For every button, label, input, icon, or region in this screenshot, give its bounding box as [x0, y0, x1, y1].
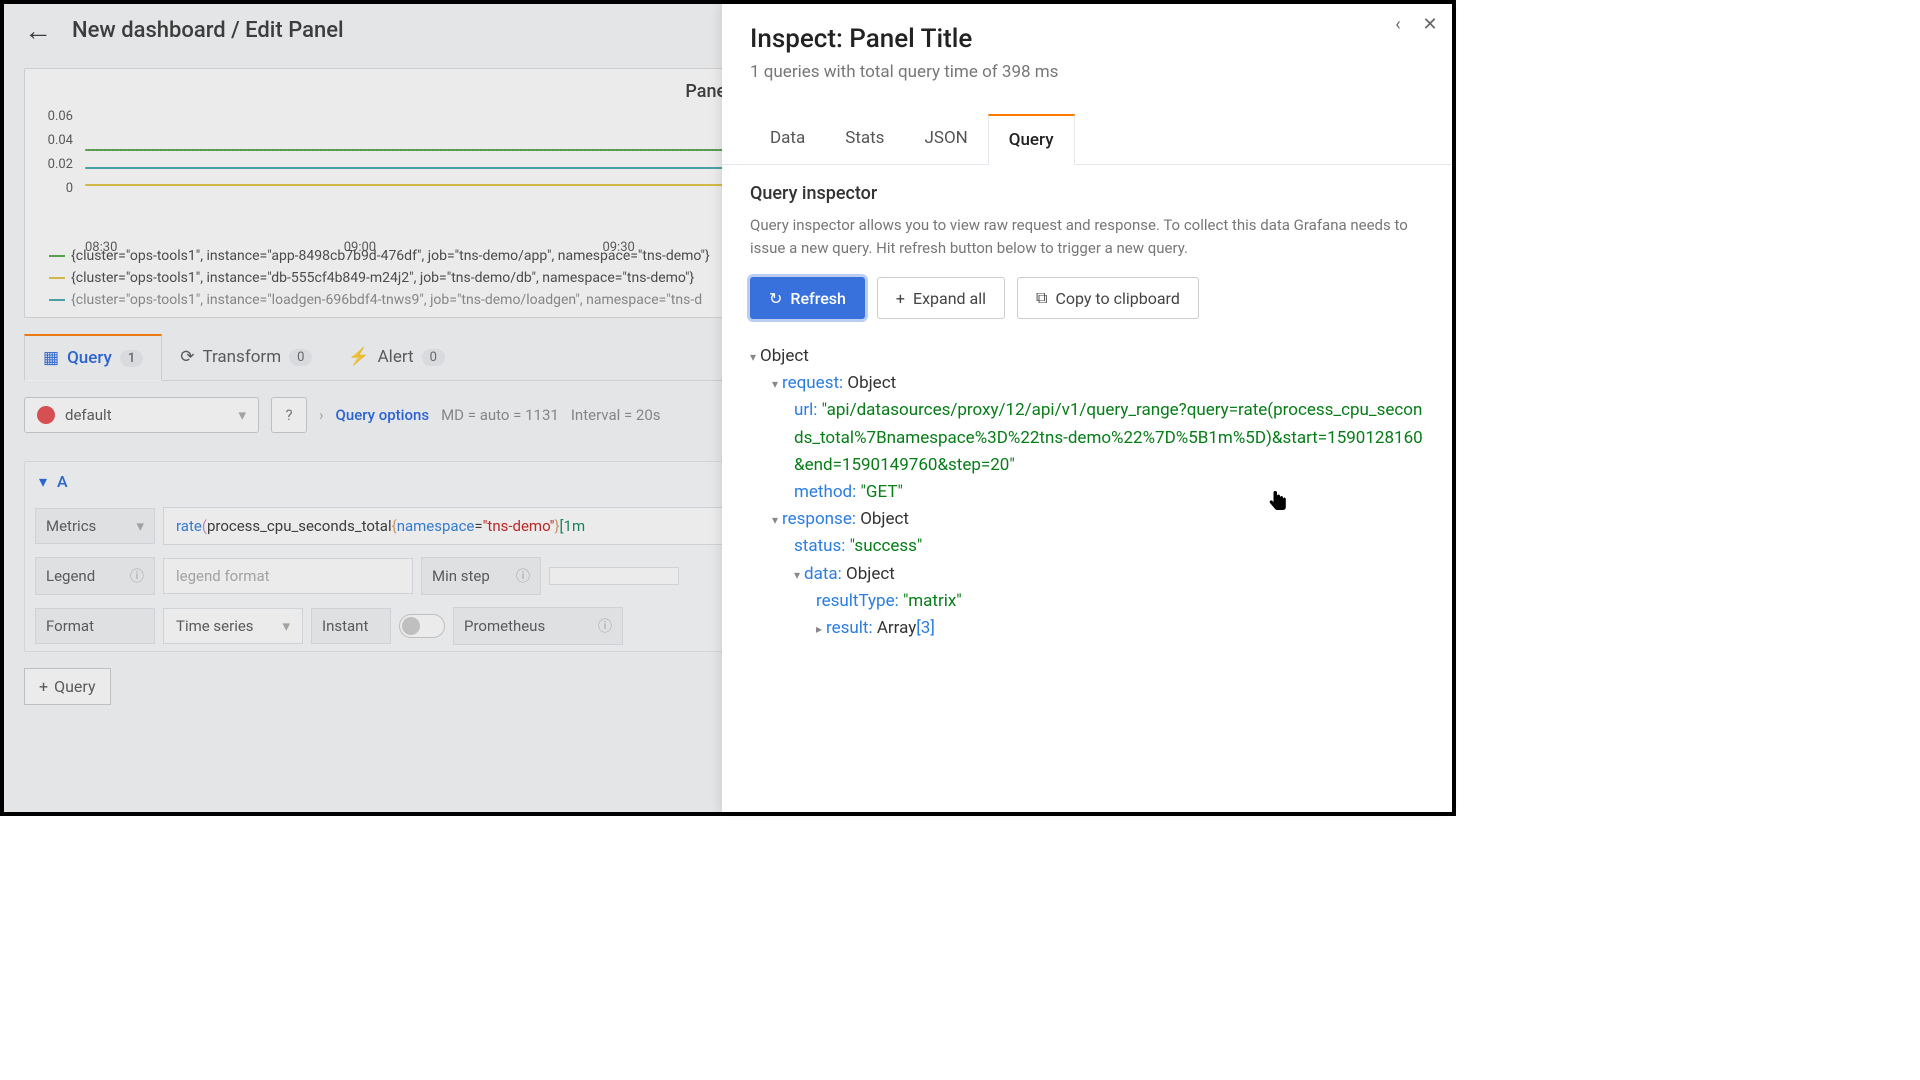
chevron-right-icon: › [319, 406, 324, 424]
response-status-value: "success" [850, 536, 923, 556]
info-icon[interactable]: ⓘ [598, 616, 612, 636]
chevron-down-icon: ▾ [39, 472, 47, 491]
caret-down-icon[interactable]: ▾ [772, 513, 778, 527]
query-inspector-heading: Query inspector [750, 183, 1424, 204]
caret-down-icon[interactable]: ▾ [772, 377, 778, 391]
drawer-title: Inspect: Panel Title [750, 24, 1424, 54]
format-label: Format [35, 608, 155, 644]
query-meta-md: MD = auto = 1131 [441, 406, 559, 424]
tab-transform[interactable]: ⟳ Transform 0 [162, 334, 330, 380]
copy-icon: ⧉ [1036, 288, 1047, 308]
tab-query[interactable]: ▦ Query 1 [24, 334, 162, 381]
chevron-down-icon: ▾ [238, 406, 246, 424]
min-step-label: Min stepⓘ [421, 557, 541, 595]
tab-stats[interactable]: Stats [825, 114, 904, 164]
json-tree[interactable]: ▾Object ▾request: Object url: "api/datas… [750, 343, 1424, 642]
drawer-tabs: Data Stats JSON Query [722, 114, 1452, 165]
query-meta-interval: Interval = 20s [571, 406, 661, 424]
y-tick: 0 [37, 181, 73, 205]
tab-alert-count: 0 [422, 349, 445, 366]
prometheus-label: Prometheusⓘ [453, 607, 623, 645]
transform-icon: ⟳ [180, 347, 194, 367]
info-icon[interactable]: ⓘ [516, 566, 530, 586]
min-step-input[interactable] [549, 567, 679, 585]
collapse-icon[interactable]: ‹ [1386, 12, 1410, 36]
request-method-value: "GET" [860, 482, 902, 502]
plus-icon: + [896, 289, 905, 308]
datasource-select[interactable]: default ▾ [24, 397, 259, 433]
y-tick: 0.02 [37, 157, 73, 181]
y-tick: 0.06 [37, 109, 73, 133]
info-icon[interactable]: ⓘ [130, 566, 144, 586]
expand-all-button[interactable]: + Expand all [877, 277, 1005, 319]
bell-icon: ⚡ [348, 347, 369, 367]
tab-data[interactable]: Data [750, 114, 825, 164]
refresh-button[interactable]: ↻ Refresh [750, 277, 865, 319]
legend-format-input[interactable]: legend format [163, 558, 413, 594]
y-axis: 0.06 0.04 0.02 0 [37, 109, 73, 205]
datasource-name: default [65, 406, 112, 424]
format-select[interactable]: Time series▾ [163, 608, 303, 644]
instant-toggle[interactable] [399, 614, 445, 638]
query-options-link[interactable]: Query options [336, 406, 430, 424]
result-type-value: "matrix" [903, 591, 962, 611]
result-array-length: [3] [916, 618, 935, 638]
copy-to-clipboard-button[interactable]: ⧉ Copy to clipboard [1017, 277, 1199, 319]
inspect-drawer: ‹ ✕ Inspect: Panel Title 1 queries with … [722, 4, 1452, 812]
tab-transform-count: 0 [289, 349, 312, 366]
breadcrumb: New dashboard / Edit Panel [72, 18, 344, 43]
refresh-icon: ↻ [769, 289, 782, 308]
metrics-label[interactable]: Metrics▾ [35, 508, 155, 544]
drawer-subtitle: 1 queries with total query time of 398 m… [750, 62, 1424, 82]
tab-query-count: 1 [120, 350, 143, 367]
caret-down-icon[interactable]: ▾ [750, 350, 756, 364]
caret-down-icon[interactable]: ▾ [794, 568, 800, 582]
instant-label: Instant [311, 608, 391, 644]
add-query-button[interactable]: + Query [24, 668, 111, 705]
query-inspector-description: Query inspector allows you to view raw r… [750, 214, 1424, 259]
caret-right-icon[interactable]: ▸ [816, 622, 822, 636]
datasource-icon [37, 406, 55, 424]
tab-alert[interactable]: ⚡ Alert 0 [330, 334, 462, 380]
close-icon[interactable]: ✕ [1418, 12, 1442, 36]
query-row-name: A [57, 472, 68, 491]
y-tick: 0.04 [37, 133, 73, 157]
chevron-down-icon: ▾ [136, 517, 144, 535]
datasource-help-button[interactable]: ? [271, 397, 307, 433]
plus-icon: + [39, 677, 48, 696]
request-url-value: "api/datasources/proxy/12/api/v1/query_r… [794, 400, 1423, 474]
tab-json[interactable]: JSON [904, 114, 987, 164]
database-icon: ▦ [43, 348, 59, 368]
chevron-down-icon: ▾ [282, 617, 290, 635]
legend-label: Legendⓘ [35, 557, 155, 595]
tab-query-inspector[interactable]: Query [988, 114, 1075, 165]
back-arrow-icon[interactable]: ← [24, 14, 52, 47]
